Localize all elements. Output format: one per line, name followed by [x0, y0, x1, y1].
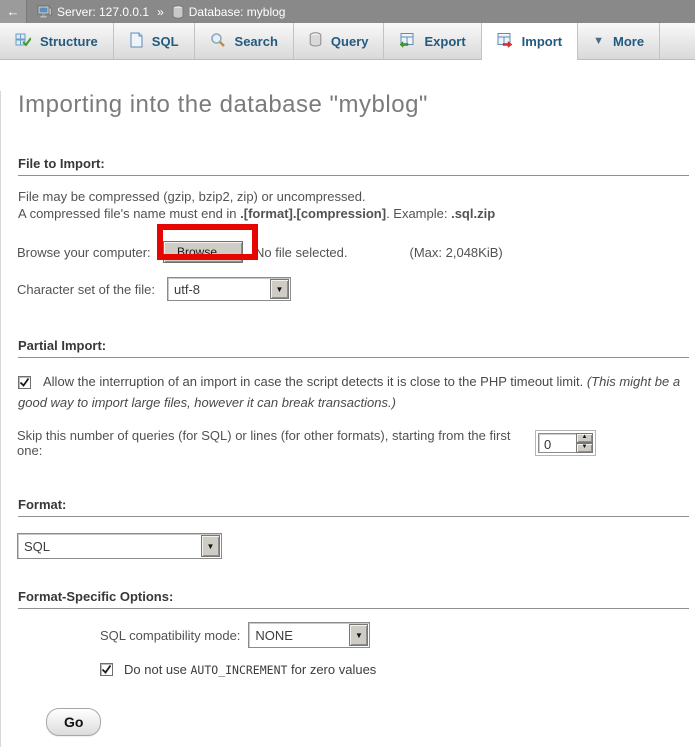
tab-label: Export [424, 34, 465, 49]
section-heading-partial-import: Partial Import: [18, 338, 689, 358]
auto-increment-label: Do not use AUTO_INCREMENT for zero value… [124, 662, 376, 677]
spin-down-icon[interactable]: ▼ [576, 443, 593, 453]
breadcrumb-separator: » [157, 5, 164, 19]
import-page: Importing into the database "myblog" Fil… [0, 91, 695, 747]
browse-computer-label: Browse your computer: [17, 245, 163, 260]
auto-increment-row: Do not use AUTO_INCREMENT for zero value… [100, 662, 695, 677]
no-file-selected-text: No file selected. [255, 245, 348, 260]
page-title: Importing into the database "myblog" [18, 91, 695, 119]
tab-import[interactable]: Import [482, 23, 578, 60]
section-heading-format-options: Format-Specific Options: [18, 589, 689, 609]
import-icon [497, 32, 513, 51]
browse-file-row: Browse your computer: Browse… No file se… [17, 239, 695, 265]
skip-queries-value[interactable]: 0 [538, 433, 576, 453]
database-icon [172, 5, 184, 19]
tab-label: SQL [152, 34, 179, 49]
section-heading-file-to-import: File to Import: [18, 156, 689, 176]
dropdown-arrow-icon[interactable]: ▼ [201, 535, 220, 557]
compression-format-pattern: .[format].[compression] [240, 206, 386, 221]
tab-export[interactable]: Export [384, 23, 481, 59]
charset-select[interactable]: utf-8 ▼ [167, 277, 291, 301]
server-icon [37, 5, 52, 19]
tab-label: Import [522, 34, 562, 49]
auto-increment-suffix: for zero values [287, 662, 376, 677]
back-arrow-button[interactable]: ← [0, 0, 27, 23]
tab-label: More [613, 34, 644, 49]
sql-compatibility-label: SQL compatibility mode: [100, 628, 240, 643]
checkmark-icon [101, 664, 112, 675]
breadcrumb-server-label[interactable]: Server: 127.0.0.1 [57, 5, 149, 19]
sql-icon [129, 32, 143, 51]
charset-selected-value: utf-8 [168, 278, 269, 300]
tab-search[interactable]: Search [195, 23, 294, 59]
compression-line2-mid: . Example: [386, 206, 451, 221]
tabbar-filler [660, 23, 695, 59]
tab-structure[interactable]: Structure [0, 23, 114, 59]
tab-label: Search [235, 34, 278, 49]
file-compression-info: File may be compressed (gzip, bzip2, zip… [18, 188, 689, 222]
structure-icon [15, 32, 31, 51]
skip-queries-row: Skip this number of queries (for SQL) or… [17, 428, 695, 458]
search-icon [210, 32, 226, 51]
auto-increment-prefix: Do not use [124, 662, 191, 677]
breadcrumb-database-label[interactable]: Database: myblog [189, 5, 286, 19]
compression-line1: File may be compressed (gzip, bzip2, zip… [18, 189, 366, 204]
format-select[interactable]: SQL ▼ [17, 533, 222, 559]
max-upload-size: (Max: 2,048KiB) [410, 245, 503, 260]
tab-query[interactable]: Query [294, 23, 385, 59]
charset-label: Character set of the file: [17, 282, 167, 297]
skip-queries-label: Skip this number of queries (for SQL) or… [17, 428, 535, 458]
compression-example: .sql.zip [451, 206, 495, 221]
format-selected-value: SQL [18, 534, 200, 558]
sql-compatibility-value: NONE [249, 623, 348, 647]
tab-bar: Structure SQL Search Query Export Import… [0, 23, 695, 60]
chevron-down-icon: ▼ [593, 35, 604, 47]
compression-line2-prefix: A compressed file's name must end in [18, 206, 240, 221]
auto-increment-code: AUTO_INCREMENT [191, 663, 288, 677]
query-icon [309, 32, 322, 50]
tab-label: Query [331, 34, 369, 49]
charset-row: Character set of the file: utf-8 ▼ [17, 277, 695, 301]
allow-interruption-checkbox[interactable] [18, 376, 31, 389]
go-button[interactable]: Go [46, 708, 101, 736]
tab-more[interactable]: ▼ More [578, 23, 660, 59]
browse-button[interactable]: Browse… [163, 241, 243, 263]
sql-compatibility-select[interactable]: NONE ▼ [248, 622, 370, 648]
dropdown-arrow-icon[interactable]: ▼ [349, 624, 368, 646]
tab-sql[interactable]: SQL [114, 23, 195, 59]
allow-interruption-row: Allow the interruption of an import in c… [18, 371, 681, 413]
tab-label: Structure [40, 34, 98, 49]
allow-interruption-text: Allow the interruption of an import in c… [43, 374, 587, 389]
spin-up-icon[interactable]: ▲ [576, 433, 593, 443]
skip-queries-stepper[interactable]: 0 ▲ ▼ [535, 430, 596, 456]
export-icon [399, 32, 415, 51]
auto-increment-checkbox[interactable] [100, 663, 113, 676]
sql-compatibility-row: SQL compatibility mode: NONE ▼ [100, 622, 695, 648]
checkmark-icon [19, 377, 30, 388]
section-heading-format: Format: [18, 497, 689, 517]
server-breadcrumb-bar: ← Server: 127.0.0.1 » Database: myblog [0, 0, 695, 23]
dropdown-arrow-icon[interactable]: ▼ [270, 279, 289, 299]
